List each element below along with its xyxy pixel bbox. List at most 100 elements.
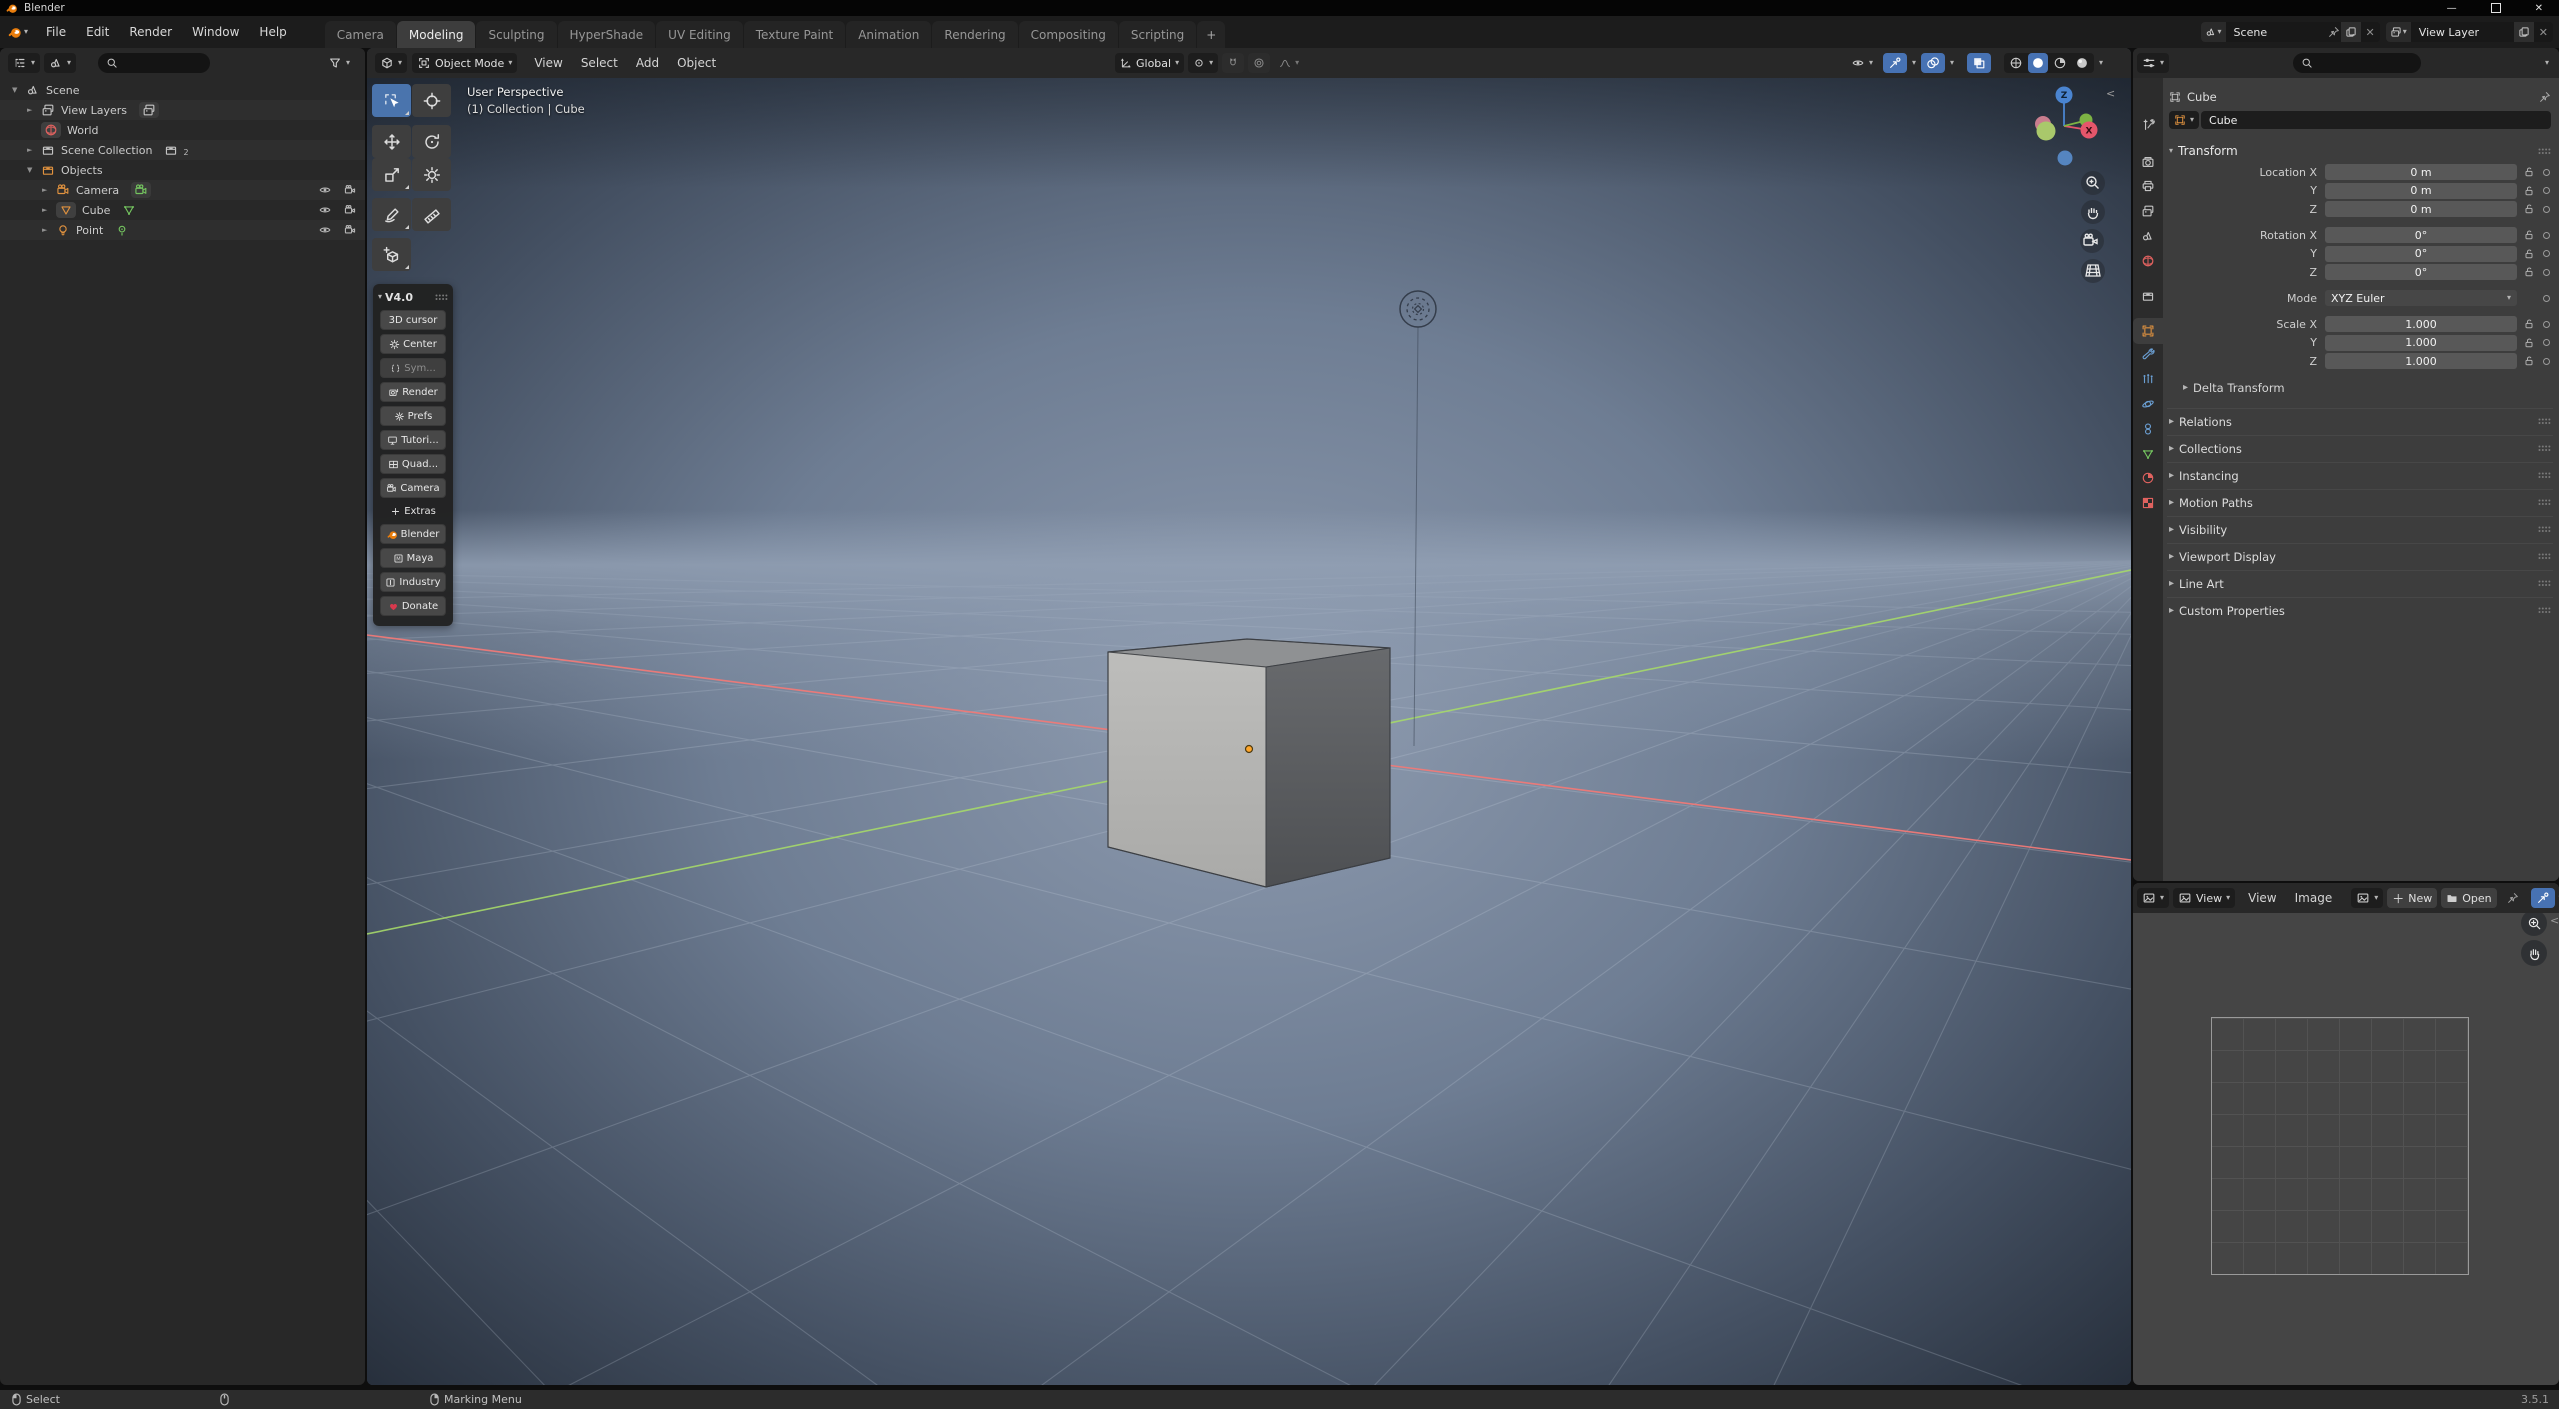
select-tool-button[interactable]	[372, 84, 411, 117]
menu-help[interactable]: Help	[249, 16, 296, 48]
close-button[interactable]: ✕	[2535, 3, 2543, 14]
animate-dot[interactable]	[2543, 339, 2550, 346]
properties-tab-world[interactable]	[2133, 248, 2163, 274]
properties-search-input[interactable]	[2293, 53, 2421, 73]
viewport-menu-select[interactable]: Select	[572, 56, 627, 70]
animate-dot[interactable]	[2543, 169, 2550, 176]
viewport-3d-scene[interactable]	[367, 48, 2131, 1385]
menu-window[interactable]: Window	[182, 16, 249, 48]
viewport-editor[interactable]: ▾ Object Mode▾ ViewSelectAddObject Globa…	[367, 48, 2131, 1385]
image-canvas-bounds[interactable]	[2211, 1017, 2469, 1275]
image-menu-image[interactable]: Image	[2286, 891, 2342, 905]
axis-neg-y-ball[interactable]	[2037, 122, 2056, 141]
quick-button-quad-[interactable]: Quad...	[380, 454, 446, 474]
properties-tab-tool[interactable]	[2133, 112, 2163, 138]
disable-in-renders-toggle[interactable]	[343, 223, 357, 237]
chevron-down-icon[interactable]: ▾	[1912, 59, 1916, 67]
image-zoom-button[interactable]	[2521, 910, 2547, 936]
image-mode-selector[interactable]: View▾	[2173, 888, 2235, 908]
properties-tab-constraint[interactable]	[2133, 416, 2163, 442]
value-field[interactable]: 0°	[2325, 227, 2517, 243]
panel-relations[interactable]: ▸Relations	[2167, 408, 2553, 435]
properties-tab-wrench[interactable]	[2133, 342, 2163, 368]
value-field[interactable]: 1.000	[2325, 335, 2517, 351]
properties-tab-obj-square[interactable]	[2133, 318, 2163, 344]
chevron-down-icon[interactable]: ▾	[2099, 59, 2103, 67]
object-origin-dot[interactable]	[1246, 746, 1253, 753]
outliner-display-mode-button[interactable]: ▾	[44, 53, 76, 73]
image-open-button[interactable]: Open	[2441, 888, 2496, 908]
panel-custom-properties[interactable]: ▸Custom Properties	[2167, 597, 2553, 624]
properties-tab-render-cam[interactable]	[2133, 149, 2163, 175]
scene-selector[interactable]: ▾ Scene ✕	[2201, 22, 2380, 42]
pin-icon[interactable]	[2539, 91, 2551, 103]
navigation-gizmo[interactable]: Z X	[2020, 78, 2130, 298]
disclosure-right-icon[interactable]: ►	[27, 106, 37, 114]
sidebar-collapse-arrow[interactable]: <	[2106, 87, 2115, 100]
quick-button-camera[interactable]: Camera	[380, 478, 446, 498]
hide-in-viewport-toggle[interactable]	[318, 183, 332, 197]
animate-dot[interactable]	[2543, 295, 2550, 302]
transform-orientation-selector[interactable]: Global▾	[1115, 53, 1184, 73]
properties-tab-mesh-data[interactable]	[2133, 441, 2163, 467]
outliner-filter-button[interactable]: ▾	[323, 53, 355, 73]
properties-tab-scene[interactable]	[2133, 223, 2163, 249]
outliner-row-scene[interactable]: ▼Scene	[0, 80, 365, 100]
properties-tab-printer[interactable]	[2133, 173, 2163, 199]
animate-dot[interactable]	[2543, 250, 2550, 257]
image-pan-button[interactable]	[2521, 940, 2547, 966]
menu-render[interactable]: Render	[119, 16, 182, 48]
image-editor-type-button[interactable]: ▾	[2137, 888, 2169, 908]
shading-rendered-button[interactable]	[2072, 53, 2092, 73]
menu-file[interactable]: File	[36, 16, 76, 48]
lock-icon[interactable]	[2523, 203, 2535, 215]
value-field[interactable]: 0 m	[2325, 201, 2517, 217]
pin-icon[interactable]	[2507, 892, 2519, 904]
move-tool-button[interactable]	[372, 125, 411, 158]
animate-dot[interactable]	[2543, 269, 2550, 276]
quick-button-maya[interactable]: MMaya	[380, 548, 446, 568]
quick-button-blender[interactable]: Blender	[380, 524, 446, 544]
rotate-tool-button[interactable]	[412, 125, 451, 158]
lock-icon[interactable]	[2523, 318, 2535, 330]
properties-tab-particles[interactable]	[2133, 366, 2163, 392]
lock-icon[interactable]	[2523, 166, 2535, 178]
quick-button-prefs[interactable]: Prefs	[380, 406, 446, 426]
outliner-row-view-layers[interactable]: ►View Layers	[0, 100, 365, 120]
xray-toggle[interactable]	[1967, 53, 1991, 73]
quick-button-industry[interactable]: Industry	[380, 572, 446, 592]
panel-instancing[interactable]: ▸Instancing	[2167, 462, 2553, 489]
outliner-search-input[interactable]	[98, 53, 210, 73]
gizmos-toggle[interactable]	[1883, 53, 1907, 73]
image-menu-view[interactable]: View	[2239, 891, 2285, 905]
scene-unlink-button[interactable]: ✕	[2361, 26, 2380, 39]
animate-dot[interactable]	[2543, 232, 2550, 239]
quick-panel-header[interactable]: ▾ V4.0	[373, 288, 453, 306]
image-new-button[interactable]: ＋New	[2387, 888, 2437, 908]
view-layer-selector[interactable]: ▾ View Layer ✕	[2386, 22, 2553, 42]
outliner-row-point[interactable]: ►Point	[0, 220, 365, 240]
outliner-row-scene-collection[interactable]: ►Scene Collection2	[0, 140, 365, 160]
axis-neg-z-ball[interactable]	[2058, 151, 2073, 166]
panel-collections[interactable]: ▸Collections	[2167, 435, 2553, 462]
value-field[interactable]: 1.000	[2325, 316, 2517, 332]
viewport-menu-object[interactable]: Object	[668, 56, 725, 70]
shading-solid-button[interactable]	[2028, 53, 2048, 73]
tab-animation[interactable]: Animation	[846, 21, 931, 48]
chevron-down-icon[interactable]: ▾	[1950, 59, 1954, 67]
blender-menu-button[interactable]: ▾	[0, 25, 36, 39]
disclosure-down-icon[interactable]: ▼	[12, 86, 22, 94]
value-field[interactable]: 0°	[2325, 264, 2517, 280]
properties-editor-type-button[interactable]: ▾	[2137, 53, 2169, 73]
object-id-selector[interactable]: ▾	[2169, 111, 2199, 129]
quick-button-extras[interactable]: Extras	[380, 502, 446, 520]
quick-button-render[interactable]: Render	[380, 382, 446, 402]
transform-tool-button[interactable]	[412, 158, 451, 191]
maximize-button[interactable]	[2491, 3, 2501, 13]
outliner-editor-type-button[interactable]: ▾	[8, 53, 40, 73]
shading-wireframe-button[interactable]	[2006, 53, 2026, 73]
add-workspace-button[interactable]: +	[1197, 21, 1225, 48]
tab-camera[interactable]: Camera	[325, 21, 396, 48]
properties-tab-viewlayers[interactable]	[2133, 198, 2163, 224]
properties-tab-physics[interactable]	[2133, 391, 2163, 417]
